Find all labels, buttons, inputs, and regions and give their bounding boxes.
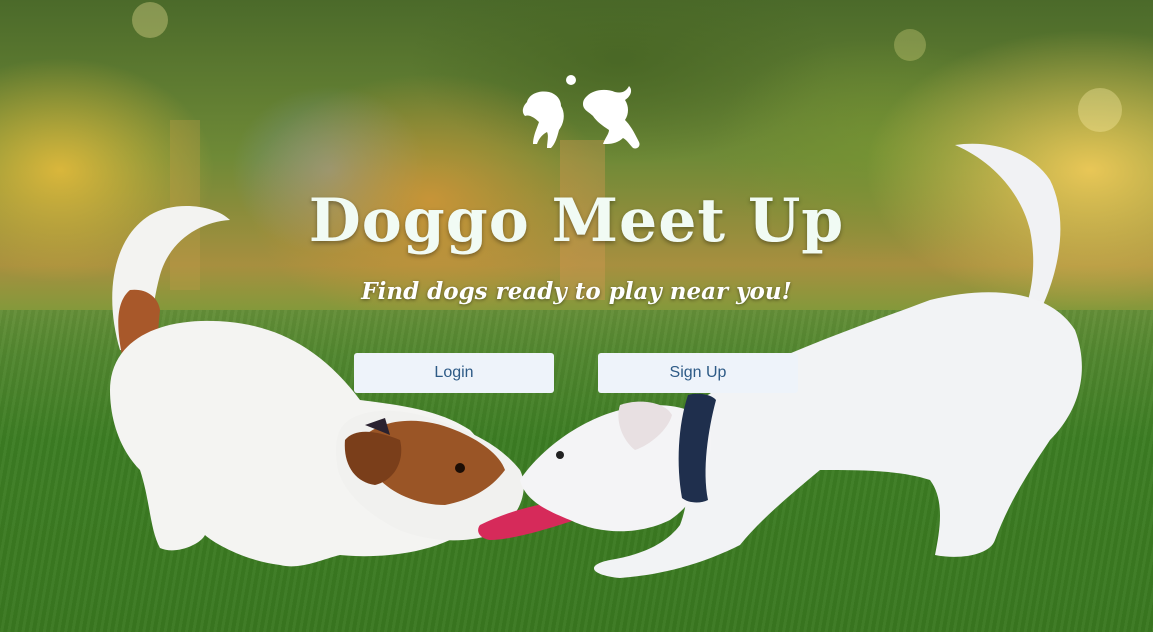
- login-button[interactable]: Login: [354, 353, 554, 393]
- signup-button[interactable]: Sign Up: [598, 353, 798, 393]
- landing-hero: Doggo Meet Up Find dogs ready to play ne…: [0, 0, 1153, 632]
- page-title: Doggo Meet Up: [308, 186, 845, 256]
- tagline: Find dogs ready to play near you!: [361, 278, 792, 305]
- two-dogs-playing-ball-icon: [522, 75, 640, 149]
